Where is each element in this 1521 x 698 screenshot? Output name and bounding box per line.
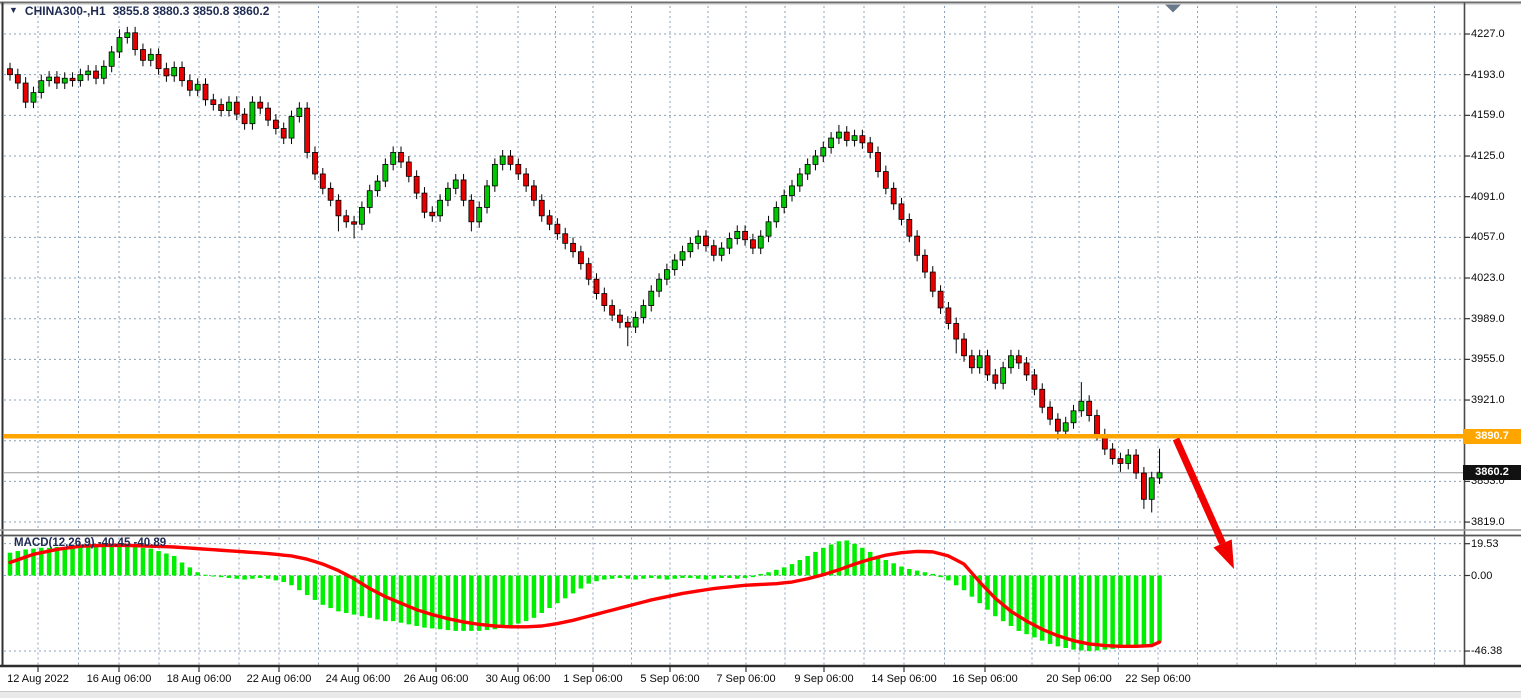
price-axis-label: 4227.0 [1471,27,1505,41]
price-axis-label: 3921.0 [1471,393,1505,407]
time-axis-label: 12 Aug 2022 [7,672,69,686]
time-axis-label: 5 Sep 06:00 [640,672,699,686]
time-axis-label: 26 Aug 06:00 [404,672,469,686]
window-bottom-edge [0,691,1521,698]
macd-axis-label: 0.00 [1471,569,1492,583]
time-axis-label: 16 Sep 06:00 [952,672,1017,686]
time-axis-label: 7 Sep 06:00 [716,672,775,686]
symbol-info-line: ▼ CHINA300-,H1 3855.8 3880.3 3850.8 3860… [9,4,269,18]
time-axis-label: 22 Aug 06:00 [247,672,312,686]
price-axis-label: 4159.0 [1471,108,1505,122]
price-axis-label: 4193.0 [1471,68,1505,82]
price-axis-label: 3989.0 [1471,312,1505,326]
macd-name: MACD(12,26,9) [14,537,95,549]
price-axis-label: 4125.0 [1471,149,1505,163]
bid-price-tag: 3860.2 [1463,465,1521,480]
chevron-down-icon[interactable]: ▼ [9,5,18,15]
macd-values: -40.45 -40.89 [98,537,166,549]
price-axis-label: 4091.0 [1471,190,1505,204]
time-axis-label: 16 Aug 06:00 [87,672,152,686]
price-axis-label: 4057.0 [1471,230,1505,244]
time-axis-label: 22 Sep 06:00 [1125,672,1190,686]
macd-axis-label: 19.53 [1471,537,1499,551]
time-axis-label: 9 Sep 06:00 [794,672,853,686]
time-axis-label: 30 Aug 06:00 [486,672,551,686]
resistance-price-tag: 3890.7 [1463,429,1521,444]
price-axis-label: 4023.0 [1471,271,1505,285]
price-axis-label: 3819.0 [1471,515,1505,529]
time-axis-label: 20 Sep 06:00 [1046,672,1111,686]
symbol-timeframe-label: CHINA300-,H1 [25,4,106,18]
macd-indicator-label: MACD(12,26,9) -40.45 -40.89 [14,537,166,549]
price-axis-label: 3955.0 [1471,352,1505,366]
chart-window: ▼ CHINA300-,H1 3855.8 3880.3 3850.8 3860… [0,0,1521,698]
time-axis-label: 24 Aug 06:00 [326,672,391,686]
macd-axis-label: -46.38 [1471,644,1502,658]
time-axis-label: 18 Aug 06:00 [167,672,232,686]
ohlc-values: 3855.8 3880.3 3850.8 3860.2 [113,4,270,18]
time-axis-label: 1 Sep 06:00 [563,672,622,686]
time-axis-label: 14 Sep 06:00 [871,672,936,686]
labels-overlay: ▼ CHINA300-,H1 3855.8 3880.3 3850.8 3860… [0,0,1521,698]
